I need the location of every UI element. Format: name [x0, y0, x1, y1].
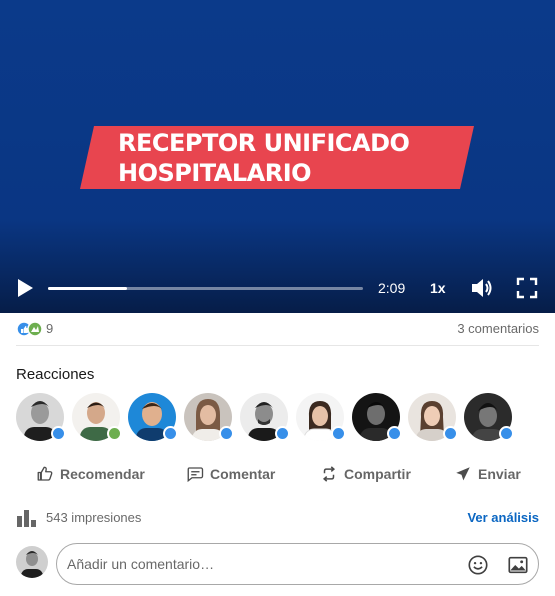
emoji-icon	[468, 555, 488, 575]
play-button[interactable]	[14, 277, 36, 299]
progress-fill	[48, 287, 127, 290]
reactor-avatar-5[interactable]	[240, 393, 290, 443]
emoji-button[interactable]	[467, 554, 489, 576]
like-badge-icon	[443, 426, 458, 441]
reactor-avatar-1[interactable]	[16, 393, 66, 443]
analytics-row: 543 impresiones Ver análisis	[16, 506, 539, 530]
comment-input[interactable]	[67, 545, 447, 583]
add-photo-button[interactable]	[507, 554, 529, 576]
send-icon	[456, 467, 470, 481]
like-badge-icon	[387, 426, 402, 441]
like-badge-icon	[331, 426, 346, 441]
current-user-avatar[interactable]	[16, 546, 48, 578]
comment-box	[56, 543, 539, 585]
video-title-banner: RECEPTOR UNIFICADO HOSPITALARIO	[80, 126, 474, 189]
divider	[16, 345, 539, 346]
comment-icon	[187, 467, 204, 483]
reaction-count[interactable]: 9	[46, 321, 53, 336]
recommend-button[interactable]: Recomendar	[36, 458, 145, 490]
video-title-line-2: HOSPITALARIO	[118, 159, 312, 187]
reactor-avatar-4[interactable]	[184, 393, 234, 443]
reactor-avatar-2[interactable]	[72, 393, 122, 443]
reactor-avatar-8[interactable]	[408, 393, 458, 443]
share-label: Compartir	[344, 466, 411, 482]
volume-button[interactable]	[470, 277, 494, 299]
reactor-avatar-9[interactable]	[464, 393, 514, 443]
send-button[interactable]: Enviar	[454, 458, 521, 490]
thumbs-up-icon	[37, 466, 53, 481]
share-button[interactable]: Compartir	[320, 458, 411, 490]
volume-icon	[472, 279, 492, 297]
playback-speed-button[interactable]: 1x	[430, 280, 446, 296]
repost-icon	[322, 466, 336, 482]
like-badge-icon	[219, 426, 234, 441]
progress-bar[interactable]	[48, 287, 363, 290]
view-analytics-link[interactable]: Ver análisis	[467, 510, 539, 525]
reactor-avatar-6[interactable]	[296, 393, 346, 443]
reactor-avatars	[16, 393, 546, 445]
video-player[interactable]: RECEPTOR UNIFICADO HOSPITALARIO 2:09 1x	[0, 0, 555, 313]
reaction-icons[interactable]	[16, 321, 46, 337]
send-label: Enviar	[478, 466, 521, 482]
social-counts: 9 3 comentarios	[16, 318, 539, 342]
impressions-count: 543 impresiones	[46, 510, 142, 525]
like-badge-icon	[499, 426, 514, 441]
like-badge-icon	[51, 426, 66, 441]
like-badge-icon	[275, 426, 290, 441]
reactor-avatar-7[interactable]	[352, 393, 402, 443]
action-bar: Recomendar Comentar Compartir Enviar	[16, 458, 539, 490]
reactor-avatar-3[interactable]	[128, 393, 178, 443]
video-controls: 2:09 1x	[0, 268, 555, 308]
fullscreen-button[interactable]	[516, 277, 538, 299]
recommend-label: Recomendar	[60, 466, 145, 482]
bar-chart-icon	[17, 510, 36, 527]
play-icon	[18, 279, 33, 297]
fullscreen-icon	[516, 277, 538, 299]
video-title-line-1: RECEPTOR UNIFICADO	[118, 129, 410, 157]
like-badge-icon	[163, 426, 178, 441]
comment-button[interactable]: Comentar	[186, 458, 275, 490]
avatar	[16, 546, 48, 578]
image-icon	[508, 556, 528, 574]
celebrate-badge-icon	[107, 426, 122, 441]
video-duration: 2:09	[378, 280, 406, 296]
comment-label: Comentar	[210, 466, 276, 482]
comment-composer	[16, 543, 539, 585]
reactions-heading: Reacciones	[16, 366, 95, 383]
comments-count-link[interactable]: 3 comentarios	[457, 321, 539, 336]
